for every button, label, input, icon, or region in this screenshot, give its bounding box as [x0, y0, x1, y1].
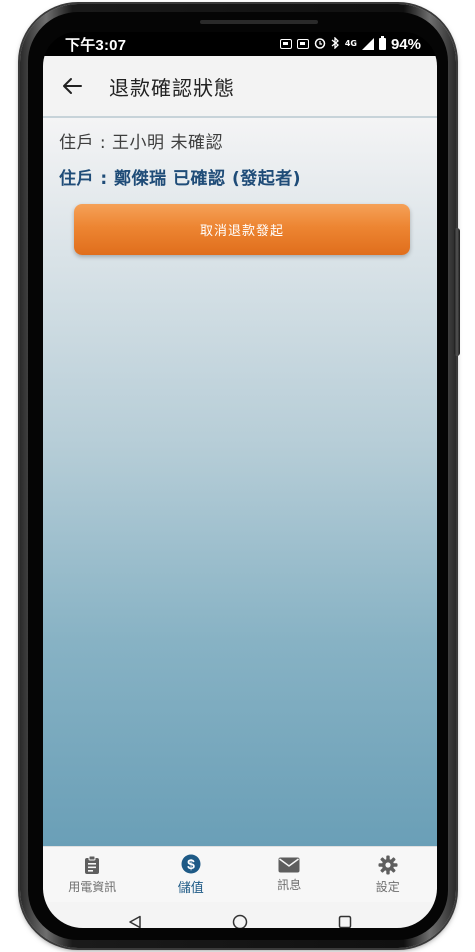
nav-back-button[interactable]: [115, 907, 155, 928]
tab-label-settings: 設定: [375, 879, 400, 894]
battery-icon: [378, 36, 386, 50]
side-button: [454, 228, 460, 356]
back-arrow-icon[interactable]: [47, 55, 97, 117]
square-recents-icon: [338, 915, 351, 928]
tab-settings[interactable]: 設定: [339, 847, 438, 902]
message-notification-icon: [296, 39, 309, 49]
cancel-refund-button[interactable]: 取消退款發起: [74, 204, 410, 255]
svg-text:$: $: [187, 856, 195, 872]
tab-label-power-info: 用電資訊: [68, 879, 117, 894]
tab-topup[interactable]: $ 儲值: [142, 847, 241, 902]
system-nav-bar: [43, 902, 437, 928]
screen: 下午3:07 4G 94% 退款確認狀態 住戶 : 王小明 未確認 住戶 : 鄭…: [43, 32, 437, 928]
bluetooth-icon: [331, 35, 340, 52]
network-type: 4G: [344, 39, 357, 48]
nav-recents-button[interactable]: [325, 907, 365, 928]
nav-home-button[interactable]: [220, 907, 260, 928]
circle-home-icon: [232, 914, 248, 928]
resident-status-unconfirmed: 住戶 : 王小明 未確認: [59, 133, 223, 153]
envelope-icon: [278, 857, 300, 872]
tab-label-messages: 訊息: [277, 877, 302, 892]
gear-icon: [378, 855, 398, 874]
content-area: 住戶 : 王小明 未確認 住戶 : 鄭傑瑞 已確認 (發起者) 取消退款發起: [43, 118, 437, 846]
battery-level: 94%: [390, 35, 421, 53]
app-bar: 退款確認狀態: [43, 56, 437, 118]
resident-status-confirmed: 住戶 : 鄭傑瑞 已確認 (發起者): [59, 169, 302, 189]
tab-label-topup: 儲值: [177, 880, 204, 896]
bottom-tab-bar: 用電資訊 $ 儲值 訊息 設定: [43, 846, 437, 902]
speaker-grille: [200, 20, 318, 24]
tab-power-info[interactable]: 用電資訊: [43, 847, 142, 902]
clipboard-icon: [85, 855, 100, 874]
tab-messages[interactable]: 訊息: [240, 847, 339, 902]
alarm-icon: [314, 37, 326, 52]
dollar-circle-icon: $: [181, 854, 201, 873]
status-bar: 下午3:07 4G 94%: [43, 32, 437, 56]
signal-icon: [361, 38, 374, 50]
triangle-back-icon: [129, 915, 142, 928]
status-icons: 4G 94%: [279, 35, 421, 53]
page-title: 退款確認狀態: [109, 75, 235, 100]
status-time: 下午3:07: [65, 36, 127, 54]
photo-notification-icon: [279, 39, 292, 49]
